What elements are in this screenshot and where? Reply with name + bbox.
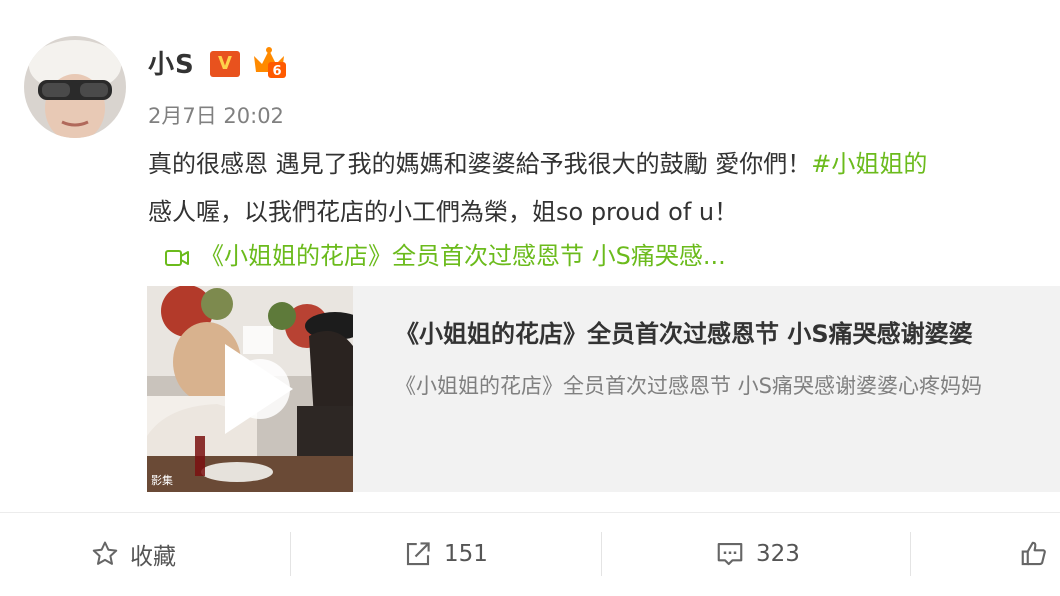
action-bar-divider bbox=[0, 512, 1060, 513]
repost-count: 151 bbox=[444, 541, 488, 567]
hashtag-link[interactable]: #小姐姐的 bbox=[811, 150, 927, 178]
video-card[interactable]: 影集 《小姐姐的花店》全员首次过感恩节 小S痛哭感谢婆婆 《小姐姐的花店》全员首… bbox=[147, 286, 1060, 492]
favorite-label: 收藏 bbox=[130, 544, 176, 570]
post-text-line-1: 真的很感恩 遇見了我的媽媽和婆婆給予我很大的鼓勵 愛你們！#小姐姐的 bbox=[148, 140, 1060, 188]
avatar[interactable] bbox=[24, 36, 126, 138]
post-timestamp[interactable]: 2月7日 20:02 bbox=[148, 100, 284, 130]
thumb-caption: 影集 bbox=[151, 473, 173, 487]
like-button[interactable] bbox=[1018, 530, 1060, 578]
star-icon bbox=[92, 541, 118, 565]
action-separator bbox=[290, 532, 291, 576]
post-text-main: 真的很感恩 遇見了我的媽媽和婆婆給予我很大的鼓勵 愛你們！ bbox=[148, 150, 812, 178]
post-text: 真的很感恩 遇見了我的媽媽和婆婆給予我很大的鼓勵 愛你們！#小姐姐的 感人喔，以… bbox=[148, 140, 1060, 236]
thumbs-up-icon bbox=[1021, 541, 1046, 566]
card-description: 《小姐姐的花店》全员首次过感恩节 小S痛哭感谢婆婆心疼妈妈 bbox=[395, 374, 983, 398]
video-link-label: 《小姐姐的花店》全员首次过感恩节 小S痛哭感... bbox=[200, 242, 726, 270]
level-crown-icon: 6 bbox=[252, 46, 288, 80]
repost-button[interactable]: 151 bbox=[402, 530, 488, 578]
action-separator bbox=[910, 532, 911, 576]
comment-icon bbox=[717, 542, 743, 566]
action-separator bbox=[601, 532, 602, 576]
video-camera-icon bbox=[165, 250, 189, 266]
username[interactable]: 小S bbox=[148, 44, 195, 81]
post-text-line-2: 感人喔，以我們花店的小工們為榮，姐so proud of u！ bbox=[148, 198, 739, 226]
video-thumbnail[interactable]: 影集 bbox=[147, 286, 353, 492]
favorite-button[interactable]: 收藏 bbox=[90, 530, 176, 578]
comment-button[interactable]: 323 bbox=[714, 530, 800, 578]
level-number: 6 bbox=[272, 64, 281, 79]
card-title[interactable]: 《小姐姐的花店》全员首次过感恩节 小S痛哭感谢婆婆 bbox=[395, 314, 973, 349]
video-link[interactable]: 《小姐姐的花店》全员首次过感恩节 小S痛哭感... bbox=[164, 236, 726, 271]
verified-badge-icon: V bbox=[210, 51, 240, 77]
comment-count: 323 bbox=[756, 541, 800, 567]
repost-share-icon bbox=[406, 542, 430, 566]
